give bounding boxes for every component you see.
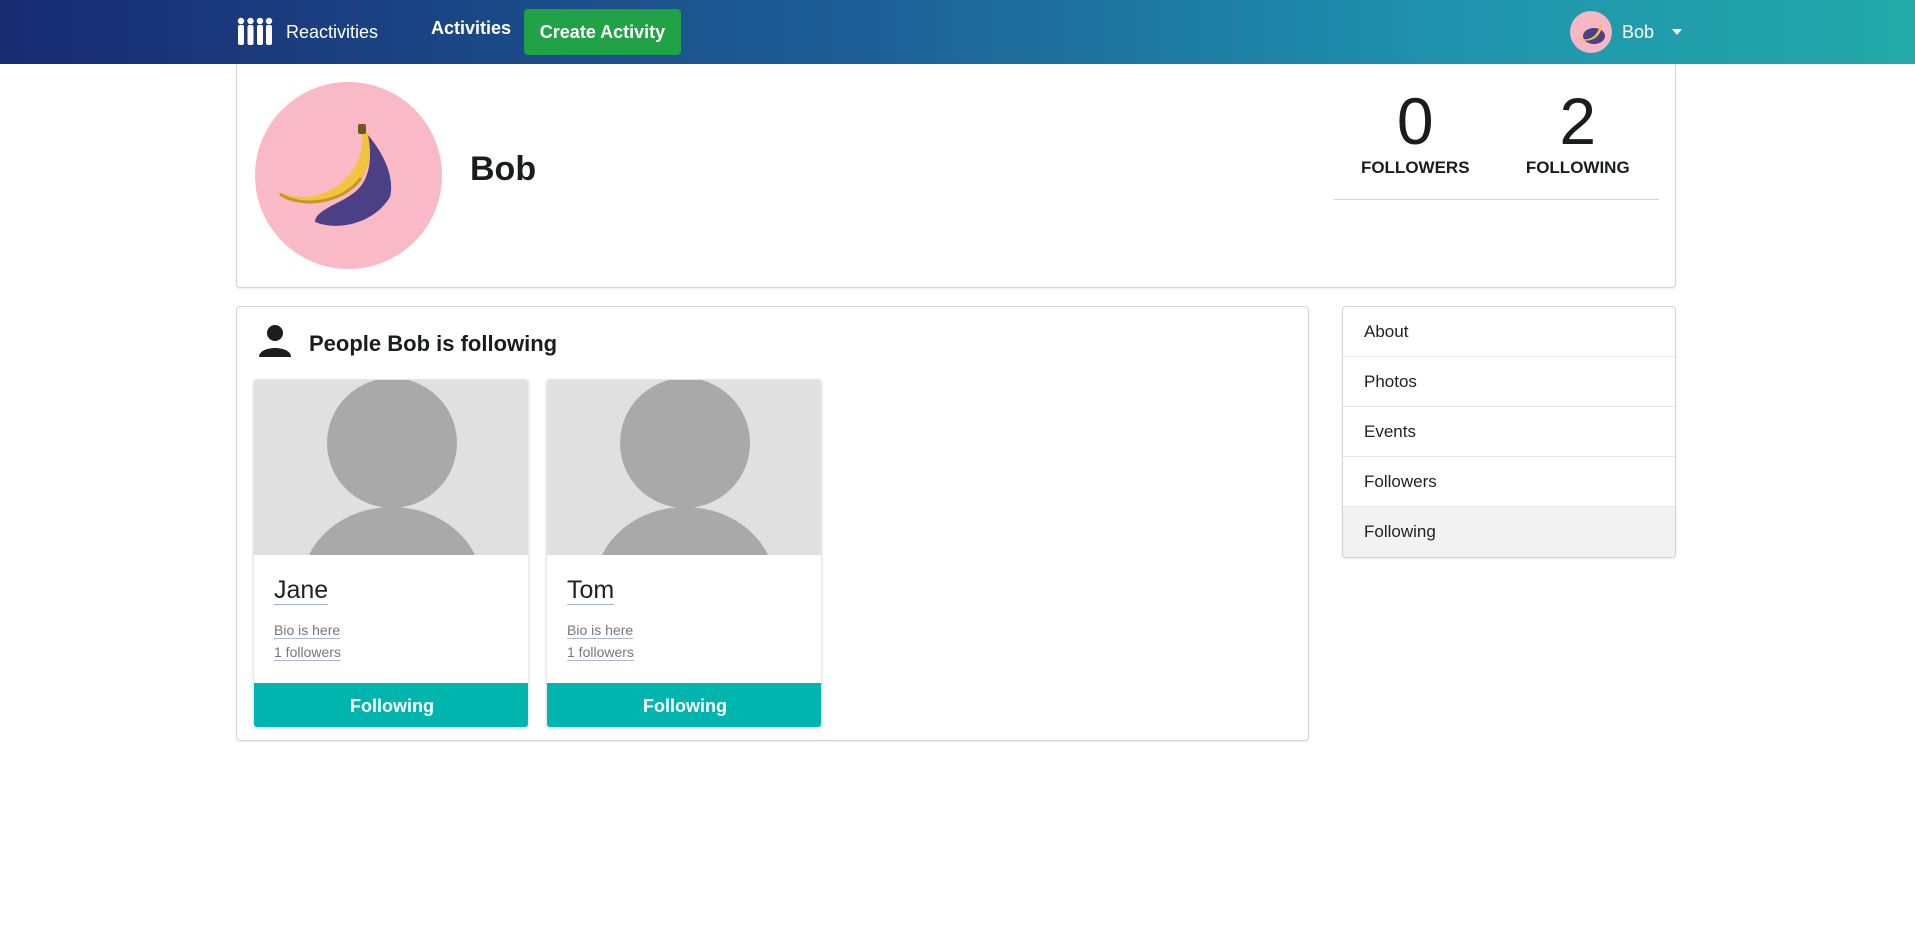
followers-stat: 0 FOLLOWERS: [1334, 86, 1497, 199]
brand-name: Reactivities: [286, 21, 379, 42]
person-placeholder-image: [547, 380, 821, 555]
person-name[interactable]: Jane: [274, 576, 329, 605]
panel-title: People Bob is following: [309, 330, 558, 356]
following-button[interactable]: Following: [254, 683, 528, 727]
top-navbar: Reactivities Activities Create Activity …: [0, 0, 1915, 64]
tab-events[interactable]: Events: [1343, 407, 1675, 457]
person-placeholder-image: [254, 380, 528, 555]
following-button[interactable]: Following: [547, 683, 821, 727]
user-menu-dropdown[interactable]: Bob: [1570, 11, 1683, 53]
brand-link[interactable]: Reactivities: [236, 16, 378, 48]
create-activity-button[interactable]: Create Activity: [524, 9, 681, 55]
caret-down-icon: [1672, 29, 1683, 35]
profile-display-name: Bob: [470, 150, 537, 188]
user-icon: [257, 323, 293, 364]
person-name[interactable]: Tom: [567, 576, 615, 605]
followers-count: 0: [1396, 84, 1434, 158]
following-panel: People Bob is following Jane Bio is here…: [236, 306, 1309, 741]
person-bio: Bio is here: [274, 622, 341, 639]
tab-photos[interactable]: Photos: [1343, 357, 1675, 407]
following-stat: 2 FOLLOWING: [1497, 86, 1660, 199]
nav-avatar: [1570, 11, 1612, 53]
followers-label: FOLLOWERS: [1360, 158, 1470, 177]
profile-card-tom[interactable]: Tom Bio is here 1 followers Following: [546, 379, 822, 728]
tab-followers[interactable]: Followers: [1343, 457, 1675, 507]
profile-stats: 0 FOLLOWERS 2 FOLLOWING: [1334, 86, 1659, 200]
following-count: 2: [1559, 84, 1597, 158]
tab-following[interactable]: Following: [1343, 507, 1675, 557]
tab-about[interactable]: About: [1343, 307, 1675, 357]
nav-activities-link[interactable]: Activities: [431, 18, 511, 39]
panel-header: People Bob is following: [257, 323, 557, 364]
person-followers-count: 1 followers: [274, 644, 341, 661]
profile-avatar: [255, 82, 442, 269]
profile-header: Bob 0 FOLLOWERS 2 FOLLOWING: [236, 64, 1676, 288]
nav-username: Bob: [1622, 21, 1655, 42]
profile-card-jane[interactable]: Jane Bio is here 1 followers Following: [253, 379, 529, 728]
people-group-icon: [236, 17, 274, 47]
following-label: FOLLOWING: [1525, 158, 1630, 177]
person-followers-count: 1 followers: [567, 644, 634, 661]
profile-tab-menu: About Photos Events Followers Following: [1342, 306, 1676, 558]
person-bio: Bio is here: [567, 622, 634, 639]
